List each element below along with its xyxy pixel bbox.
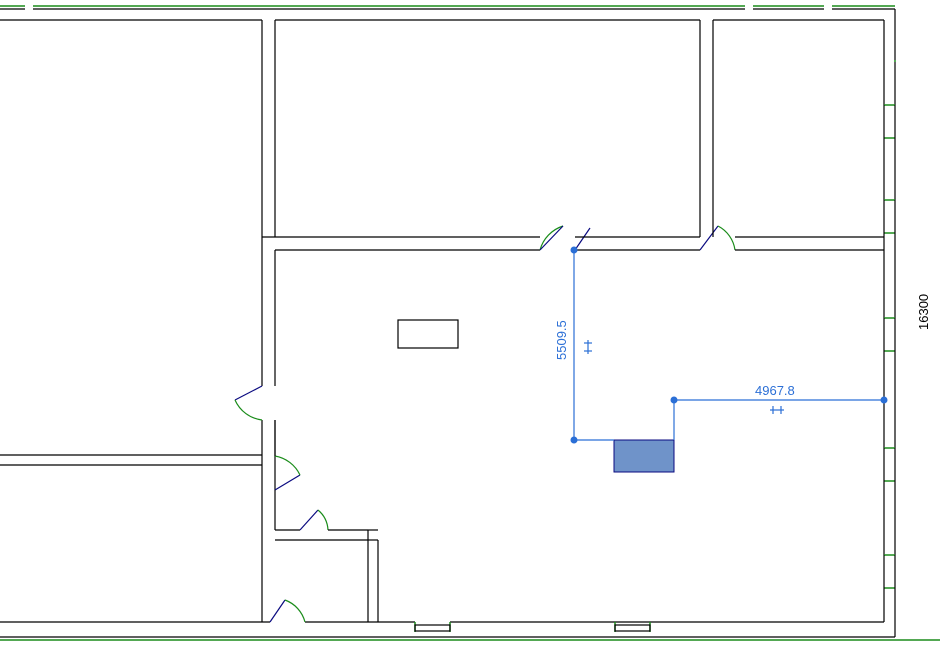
door-bottom-left[interactable] xyxy=(270,600,305,622)
dimension-grip-icon[interactable] xyxy=(584,340,592,354)
dimension-label-vertical[interactable]: 5509.5 xyxy=(554,320,569,360)
dimension-label-horizontal[interactable]: 4967.8 xyxy=(755,383,795,398)
temp-dimension-vertical[interactable]: 5509.5 xyxy=(554,247,614,443)
axis-dimension-right: 16300 xyxy=(916,294,931,330)
door-left-mid[interactable] xyxy=(235,386,262,420)
temp-dimension-horizontal[interactable]: 4967.8 xyxy=(671,383,887,440)
floorplan-canvas[interactable]: 5509.5 4967.8 16300 xyxy=(0,0,940,651)
door-upper-mid[interactable] xyxy=(540,226,590,250)
selected-furniture[interactable] xyxy=(614,440,674,472)
door-left-lower[interactable] xyxy=(275,420,300,490)
dimension-grip-icon[interactable] xyxy=(770,406,784,414)
furniture-desk[interactable] xyxy=(398,320,458,348)
floorplan-svg[interactable]: 5509.5 4967.8 16300 xyxy=(0,0,940,651)
door-small-room[interactable] xyxy=(300,510,328,530)
door-upper-right[interactable] xyxy=(700,226,735,250)
